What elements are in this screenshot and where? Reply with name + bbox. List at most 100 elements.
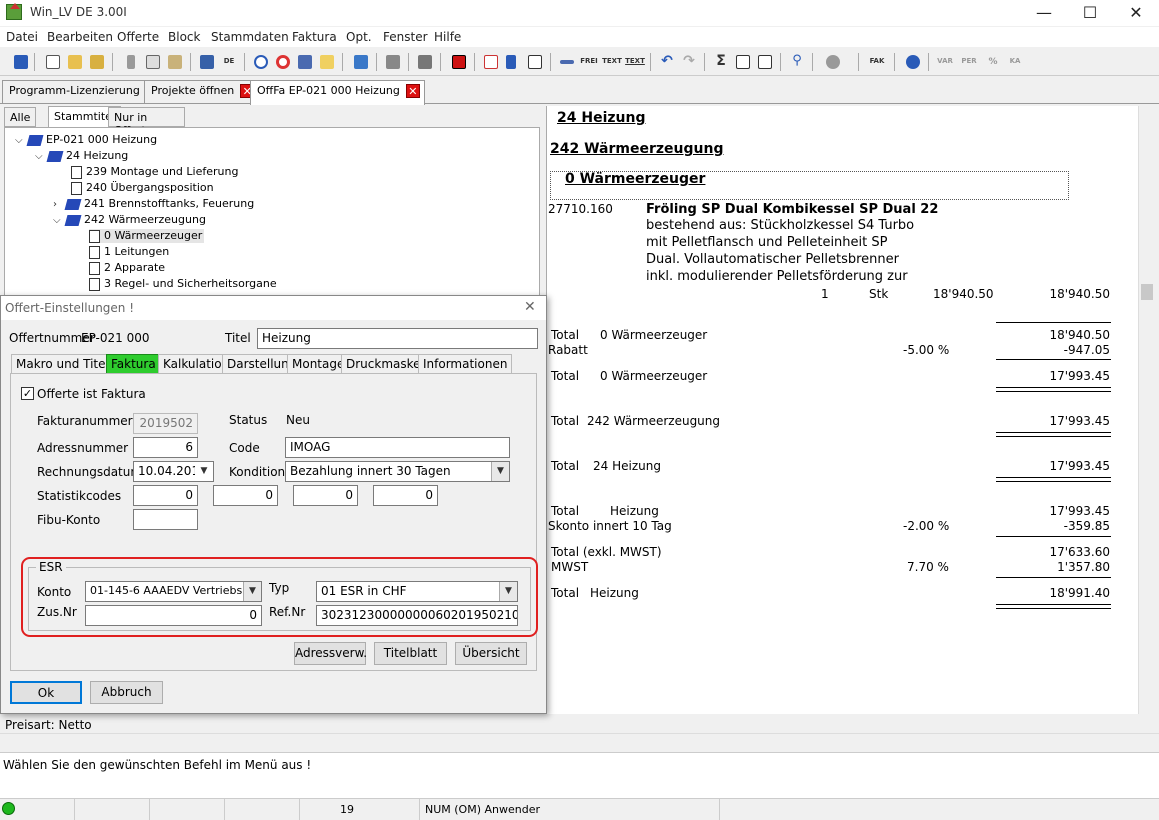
new-file-icon[interactable] xyxy=(42,51,62,71)
tree-node[interactable]: 2 Apparate xyxy=(89,261,165,275)
adressverw-button[interactable]: Adressverw. xyxy=(294,642,367,665)
book-icon xyxy=(64,198,82,210)
menu-datei[interactable]: Datei xyxy=(6,30,38,44)
fak-button[interactable]: FAK xyxy=(866,51,886,71)
title-tree: ⌵ EP-021 000 Heizung ⌵ 24 Heizung 239 Mont… xyxy=(4,127,540,297)
per-button[interactable]: PER xyxy=(958,51,978,71)
ok-button[interactable]: Ok xyxy=(10,681,82,704)
grid-icon[interactable] xyxy=(414,51,434,71)
delete-icon[interactable] xyxy=(448,51,468,71)
tab-montage[interactable]: Montage xyxy=(287,354,350,373)
tab-programm-lizenzierung[interactable]: Programm-Lizenzierung✕ xyxy=(2,80,165,103)
users-icon[interactable] xyxy=(822,51,842,71)
close-window-button[interactable]: ✕ xyxy=(1113,0,1159,26)
paste-icon[interactable] xyxy=(164,51,184,71)
structure-icon[interactable] xyxy=(502,51,522,71)
tree-node[interactable]: 3 Regel- und Sicherheitsorgane xyxy=(89,277,277,291)
titel-input[interactable]: Heizung xyxy=(257,328,538,349)
menu-opt[interactable]: Opt. xyxy=(346,30,372,44)
sum-icon[interactable]: Σ xyxy=(710,51,730,71)
calculator-icon[interactable] xyxy=(294,51,314,71)
search-icon[interactable]: ⚲ xyxy=(786,51,806,71)
dialog-close-icon[interactable]: ✕ xyxy=(524,299,536,315)
kondition-label: Kondition xyxy=(229,465,286,479)
total-label: Total xyxy=(551,328,580,342)
table-icon[interactable] xyxy=(350,51,370,71)
folder-icon[interactable] xyxy=(316,51,336,71)
code-input[interactable]: IMOAG xyxy=(285,437,510,458)
network-icon[interactable] xyxy=(250,51,270,71)
tree-node[interactable]: ⌵ EP-021 000 Heizung xyxy=(15,133,157,146)
fibu-konto-label: Fibu-Konto xyxy=(37,513,101,527)
tree-node[interactable]: ⌵ 24 Heizung xyxy=(35,149,128,162)
tab-faktura[interactable]: Faktura xyxy=(106,354,161,373)
report-icon[interactable] xyxy=(732,51,752,71)
statistikcode-input-1[interactable]: 0 xyxy=(133,485,198,506)
checklist-icon[interactable] xyxy=(480,51,500,71)
ka-button[interactable]: KA xyxy=(1004,51,1024,71)
uebersicht-button[interactable]: Übersicht xyxy=(455,642,527,665)
export-icon[interactable] xyxy=(754,51,774,71)
print-icon[interactable] xyxy=(382,51,402,71)
book-icon[interactable] xyxy=(10,51,30,71)
statistikcode-input-2[interactable]: 0 xyxy=(213,485,278,506)
close-tab-icon[interactable]: ✕ xyxy=(405,84,420,98)
tab-informationen[interactable]: Informationen xyxy=(418,354,513,373)
tab-projekte-oeffnen[interactable]: Projekte öffnen ✕ xyxy=(144,80,260,103)
tree-node[interactable]: 1 Leitungen xyxy=(89,245,169,259)
cut-icon[interactable] xyxy=(120,51,140,71)
statistikcode-input-3[interactable]: 0 xyxy=(293,485,358,506)
toolbar: DE FREI TEXT TEXT ↶ ↷ Σ ⚲ FAK VAR PER % … xyxy=(0,48,1159,76)
tree-node[interactable]: 240 Übergangsposition xyxy=(71,181,214,195)
tab-nur-in-offerte[interactable]: Nur in Offerte verwendete xyxy=(108,107,186,150)
menu-offerte[interactable]: Offerte xyxy=(117,30,159,44)
doc-heading-1: 24 Heizung xyxy=(557,110,646,126)
language-de-icon[interactable]: DE xyxy=(218,51,238,71)
text-button[interactable]: TEXT xyxy=(601,51,622,71)
offerte-ist-faktura-checkbox[interactable]: ✓ xyxy=(21,387,34,400)
abbruch-button[interactable]: Abbruch xyxy=(90,681,163,704)
menu-faktura[interactable]: Faktura xyxy=(292,30,337,44)
info-icon[interactable] xyxy=(902,51,922,71)
percent-button[interactable]: % xyxy=(982,51,1002,71)
scroll-thumb[interactable] xyxy=(1141,284,1153,300)
kondition-select[interactable]: Bezahlung innert 30 Tagen ▼ xyxy=(285,461,510,482)
save-icon[interactable] xyxy=(86,51,106,71)
offertnummer-value: EP-021 000 xyxy=(81,331,150,345)
text-underline-button[interactable]: TEXT xyxy=(624,51,645,71)
status-bar: 19 NUM (OM) Anwender xyxy=(0,798,1159,820)
menu-block[interactable]: Block xyxy=(168,30,200,44)
indent-icon[interactable] xyxy=(556,51,576,71)
tab-offfa-heizung[interactable]: OffFa EP-021 000 Heizung ✕ xyxy=(250,80,425,105)
rechnungsdatum-picker[interactable]: 10.04.2019 ▼ xyxy=(133,461,214,482)
tree-node[interactable]: › 241 Brennstofftanks, Feuerung xyxy=(53,197,254,210)
copy-icon[interactable] xyxy=(142,51,162,71)
var-button[interactable]: VAR xyxy=(934,51,954,71)
books-icon[interactable] xyxy=(196,51,216,71)
document-edit-icon[interactable] xyxy=(524,51,544,71)
menu-bearbeiten[interactable]: Bearbeiten xyxy=(47,30,113,44)
maximize-button[interactable]: ☐ xyxy=(1067,0,1113,26)
window-title: Win_LV DE 3.00I xyxy=(30,5,127,19)
adressnummer-input[interactable]: 6 xyxy=(133,437,198,458)
lifebuoy-icon[interactable] xyxy=(272,51,292,71)
undo-icon[interactable]: ↶ xyxy=(656,51,676,71)
menu-fenster[interactable]: Fenster xyxy=(383,30,428,44)
open-folder-icon[interactable] xyxy=(64,51,84,71)
minimize-button[interactable]: — xyxy=(1021,0,1067,26)
menu-hilfe[interactable]: Hilfe xyxy=(434,30,461,44)
frei-text-button[interactable]: FREI xyxy=(578,51,598,71)
tree-node[interactable]: 239 Montage und Lieferung xyxy=(71,165,238,179)
horizontal-scrollbar[interactable] xyxy=(0,733,1159,750)
statistikcode-input-4[interactable]: 0 xyxy=(373,485,438,506)
menu-stammdaten[interactable]: Stammdaten xyxy=(211,30,289,44)
tree-node-selected[interactable]: 0 Wärmeerzeuger xyxy=(89,229,205,243)
titelblatt-button[interactable]: Titelblatt xyxy=(374,642,447,665)
page-icon xyxy=(71,181,82,195)
redo-icon[interactable]: ↷ xyxy=(678,51,698,71)
fibu-konto-input[interactable] xyxy=(133,509,198,530)
vertical-scrollbar[interactable] xyxy=(1138,106,1155,714)
dialog-title-bar: Offert-Einstellungen ! ✕ xyxy=(1,296,546,320)
tab-alle[interactable]: Alle xyxy=(4,107,37,127)
tree-node[interactable]: ⌵ 242 Wärmeerzeugung xyxy=(53,213,206,226)
